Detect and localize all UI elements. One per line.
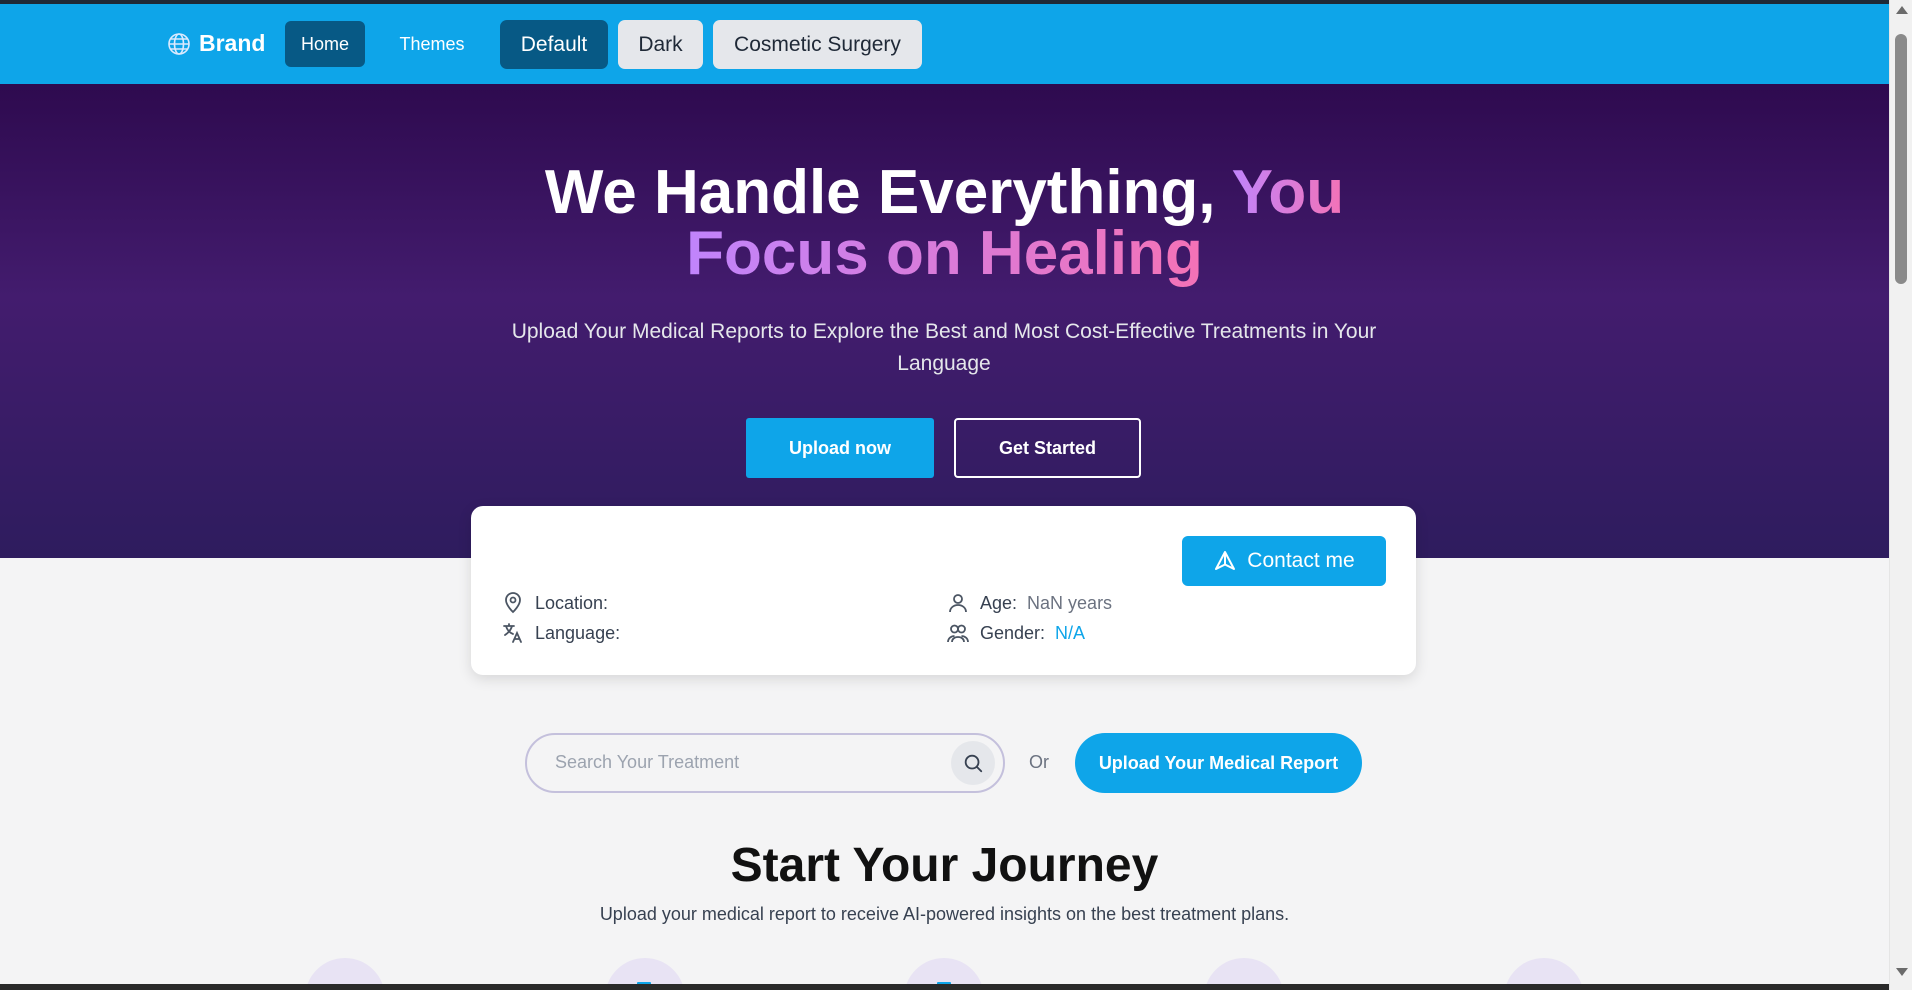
location-label: Location:: [535, 592, 609, 613]
search-box: [525, 733, 1005, 793]
page-scrollbar[interactable]: [1889, 0, 1912, 990]
upload-now-button[interactable]: Upload now: [746, 418, 934, 478]
gender-info: Gender: N/A: [946, 621, 1085, 645]
contact-me-button[interactable]: Contact me: [1182, 536, 1386, 586]
hero-subtitle: Upload Your Medical Reports to Explore t…: [511, 320, 1377, 375]
age-info: Age: NaN years: [946, 591, 1112, 615]
brand-label: Brand: [199, 30, 266, 56]
hero-title: We Handle Everything, You Focus on Heali…: [0, 162, 1889, 285]
map-pin-icon: [505, 592, 521, 614]
theme-default-button[interactable]: Default: [500, 20, 608, 69]
user-icon: [949, 594, 967, 613]
language-info: Language:: [501, 621, 630, 645]
hero-section: We Handle Everything, You Focus on Heali…: [0, 84, 1889, 558]
nav-themes-link[interactable]: Themes: [384, 21, 480, 67]
or-separator: Or: [1029, 752, 1049, 772]
hero-title-white: We Handle Everything,: [544, 158, 1216, 227]
hero-title-gradient-1: You: [1231, 158, 1345, 227]
profile-card: Contact me Location: Language: Age: NaN …: [471, 506, 1416, 675]
get-started-button[interactable]: Get Started: [954, 418, 1141, 478]
theme-cosmetic-surgery-button[interactable]: Cosmetic Surgery: [713, 20, 922, 69]
gender-value: N/A: [1055, 622, 1086, 643]
navigation-icon: [1215, 551, 1236, 570]
users-icon: [947, 624, 969, 643]
scroll-thumb[interactable]: [1895, 34, 1907, 284]
upload-medical-report-button[interactable]: Upload Your Medical Report: [1075, 733, 1362, 793]
search-icon: [964, 754, 983, 773]
nav-home-link[interactable]: Home: [285, 21, 365, 67]
navbar: Brand Home Themes Default Dark Cosmetic …: [0, 0, 1889, 84]
contact-me-label: Contact me: [1247, 549, 1355, 572]
search-input[interactable]: [555, 752, 935, 773]
globe-icon: [168, 32, 190, 55]
gender-label: Gender:: [980, 622, 1046, 643]
search-button[interactable]: [951, 741, 995, 785]
scroll-down-arrow-icon[interactable]: [1896, 968, 1908, 976]
journey-title: Start Your Journey: [730, 839, 1159, 892]
translate-icon: [503, 623, 522, 643]
location-info: Location:: [501, 591, 618, 615]
hero-title-gradient-2: Focus on Healing: [686, 219, 1203, 288]
age-label: Age:: [980, 592, 1018, 613]
brand-link[interactable]: Brand: [167, 30, 265, 57]
age-value: NaN years: [1027, 592, 1113, 613]
window-frame-bottom: [0, 984, 1889, 990]
language-label: Language:: [535, 622, 621, 643]
theme-dark-button[interactable]: Dark: [618, 20, 703, 69]
journey-subtitle: Upload your medical report to receive AI…: [599, 904, 1290, 924]
scroll-up-arrow-icon[interactable]: [1896, 6, 1908, 14]
